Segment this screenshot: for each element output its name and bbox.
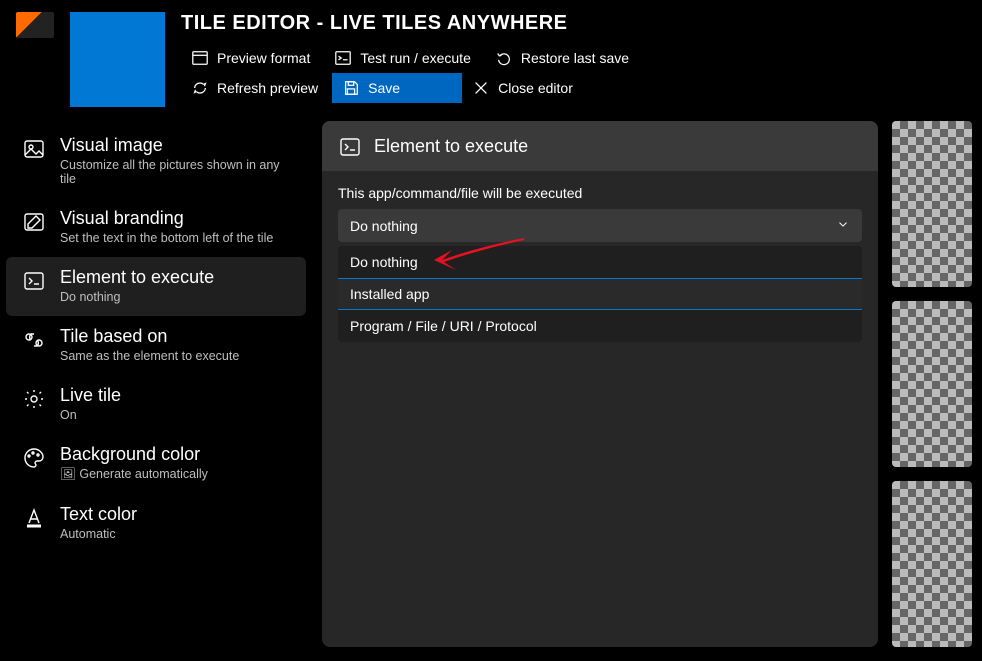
- close-icon: [472, 79, 490, 97]
- sidebar-item-label: Text color: [60, 504, 137, 525]
- sidebar-item-sub: Customize all the pictures shown in any …: [60, 158, 294, 186]
- option-do-nothing[interactable]: Do nothing: [338, 246, 862, 278]
- sidebar: Visual image Customize all the pictures …: [0, 115, 312, 661]
- terminal-icon: [338, 135, 362, 159]
- dropdown-selected-value: Do nothing: [350, 218, 418, 234]
- preview-format-button[interactable]: Preview format: [181, 43, 324, 73]
- tile-preview-wide: [892, 481, 972, 647]
- sidebar-item-visual-image[interactable]: Visual image Customize all the pictures …: [0, 125, 312, 198]
- sidebar-item-sub: Automatic: [60, 527, 137, 541]
- save-icon: [342, 79, 360, 97]
- restore-label: Restore last save: [521, 50, 629, 66]
- terminal-icon: [334, 49, 352, 67]
- close-label: Close editor: [498, 80, 573, 96]
- sidebar-item-label: Live tile: [60, 385, 121, 406]
- close-button[interactable]: Close editor: [462, 73, 587, 103]
- font-color-icon: [22, 506, 46, 530]
- save-button[interactable]: Save: [332, 73, 462, 103]
- sidebar-item-label: Element to execute: [60, 267, 214, 288]
- image-icon: [22, 137, 46, 161]
- dropdown-options: Do nothing Installed app Program / File …: [338, 246, 862, 342]
- execute-type-dropdown[interactable]: Do nothing: [338, 209, 862, 242]
- preview-format-icon: [191, 49, 209, 67]
- tile-preview-thumbnail: [70, 12, 165, 107]
- sidebar-item-sub: Set the text in the bottom left of the t…: [60, 231, 273, 245]
- app-logo-icon: [16, 12, 54, 38]
- panel-header: Element to execute: [322, 121, 878, 171]
- edit-icon: [22, 210, 46, 234]
- brightness-icon: [22, 387, 46, 411]
- sidebar-item-element-to-execute[interactable]: Element to execute Do nothing: [6, 257, 306, 316]
- sidebar-item-sub: 🖼 Generate automatically: [60, 467, 208, 482]
- option-program-file-uri[interactable]: Program / File / URI / Protocol: [338, 310, 862, 342]
- restore-button[interactable]: Restore last save: [485, 43, 643, 73]
- save-label: Save: [368, 80, 400, 96]
- panel-title: Element to execute: [374, 136, 528, 157]
- field-label: This app/command/file will be executed: [338, 185, 862, 201]
- chevron-down-icon: [836, 217, 850, 234]
- tile-preview-medium: [892, 301, 972, 467]
- sidebar-item-live-tile[interactable]: Live tile On: [0, 375, 312, 434]
- tile-preview-small: [892, 121, 972, 287]
- sidebar-item-tile-based-on[interactable]: Tile based on Same as the element to exe…: [0, 316, 312, 375]
- element-to-execute-panel: Element to execute This app/command/file…: [322, 121, 878, 647]
- sidebar-item-sub: Do nothing: [60, 290, 214, 304]
- sidebar-item-sub: On: [60, 408, 121, 422]
- test-run-label: Test run / execute: [360, 50, 471, 66]
- refresh-icon: [191, 79, 209, 97]
- undo-icon: [495, 49, 513, 67]
- sidebar-item-label: Visual image: [60, 135, 294, 156]
- sidebar-item-label: Visual branding: [60, 208, 273, 229]
- refresh-label: Refresh preview: [217, 80, 318, 96]
- palette-icon: [22, 446, 46, 470]
- sidebar-item-label: Tile based on: [60, 326, 239, 347]
- sidebar-item-label: Background color: [60, 444, 208, 465]
- sidebar-item-background-color[interactable]: Background color 🖼 Generate automaticall…: [0, 434, 312, 494]
- sidebar-item-visual-branding[interactable]: Visual branding Set the text in the bott…: [0, 198, 312, 257]
- toolbar: Preview format Test run / execute Restor…: [181, 43, 966, 103]
- refresh-button[interactable]: Refresh preview: [181, 73, 332, 103]
- sidebar-item-sub: Same as the element to execute: [60, 349, 239, 363]
- window-title: TILE EDITOR - LIVE TILES ANYWHERE: [181, 12, 966, 35]
- test-run-button[interactable]: Test run / execute: [324, 43, 485, 73]
- preview-column: [892, 121, 972, 647]
- terminal-icon: [22, 269, 46, 293]
- link-icon: [22, 328, 46, 352]
- option-installed-app[interactable]: Installed app: [338, 278, 862, 310]
- preview-format-label: Preview format: [217, 50, 310, 66]
- sidebar-item-text-color[interactable]: Text color Automatic: [0, 494, 312, 553]
